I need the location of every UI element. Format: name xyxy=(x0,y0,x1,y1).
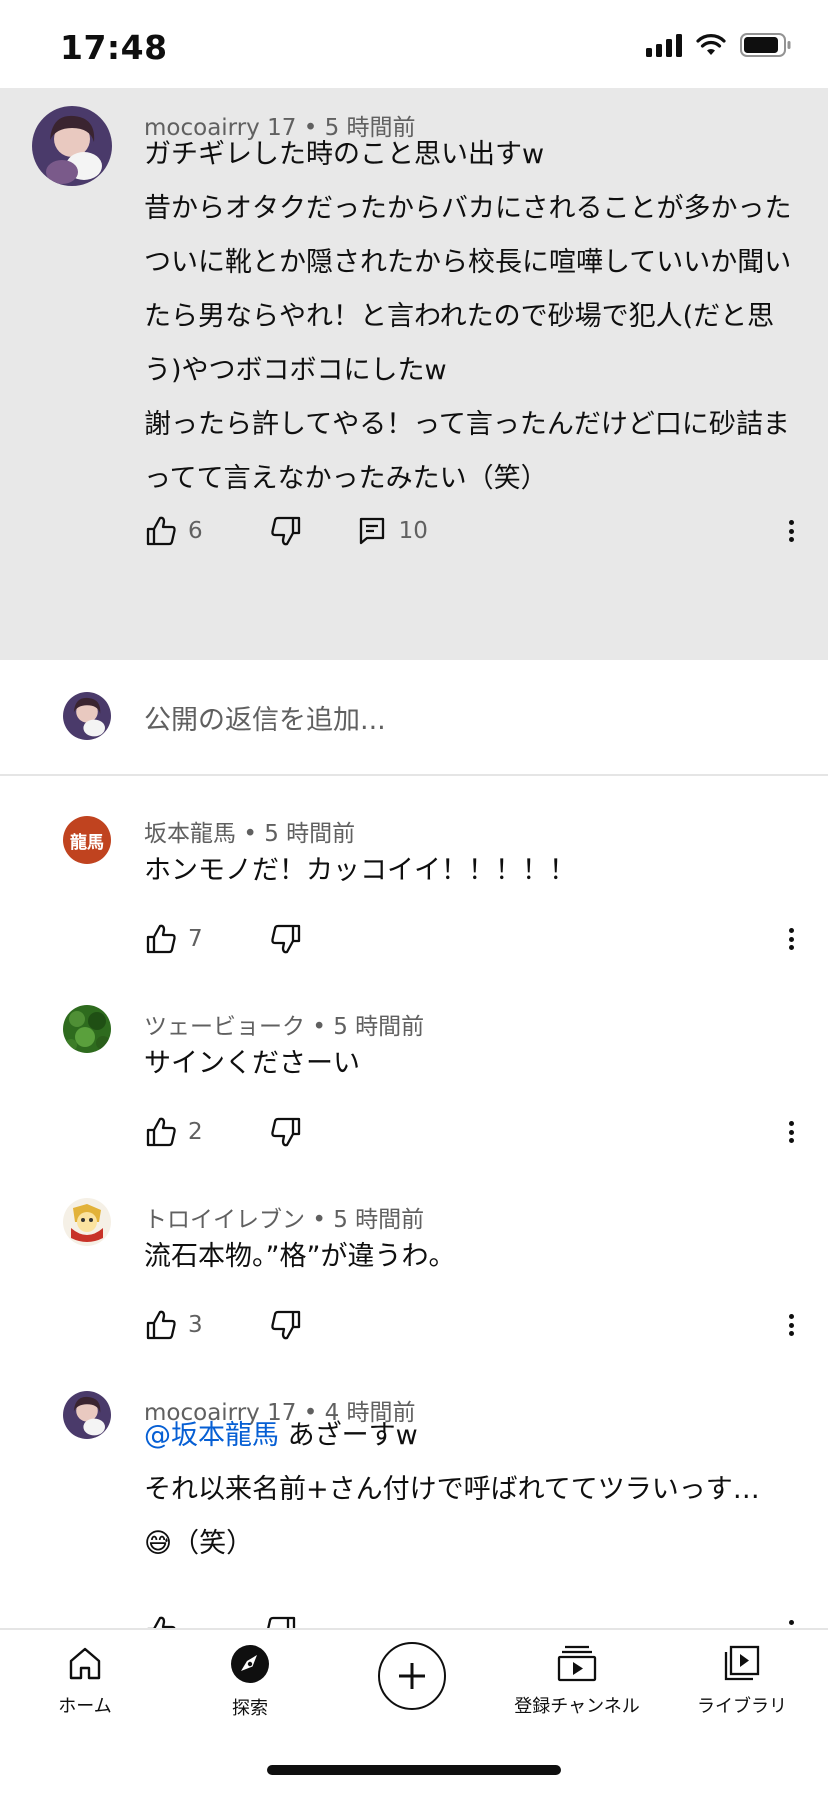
status-icons xyxy=(646,33,792,57)
like-icon[interactable] xyxy=(144,1115,178,1149)
comment-actions: 7 xyxy=(144,919,303,959)
comment-actions: 2 xyxy=(144,1112,303,1152)
comment-line: それ以来名前+さん付けで呼ばれててツラいっす… xyxy=(144,1474,760,1505)
comment-text: ガチギレした時のこと思い出すw 昔からオタクだったからバカにされることが多かった… xyxy=(144,128,794,506)
dislike-icon[interactable] xyxy=(269,1115,303,1149)
author-avatar[interactable] xyxy=(63,1005,111,1053)
nav-library[interactable]: ライブラリ xyxy=(672,1644,812,1718)
comment-line: ガチギレした時のこと思い出すw xyxy=(144,139,545,170)
plus-icon xyxy=(399,1663,425,1689)
dislike-icon[interactable] xyxy=(269,922,303,956)
comment-actions: 3 xyxy=(144,1305,303,1345)
status-time: 17:48 xyxy=(60,28,168,67)
sweat-smile-emoji: 😅 xyxy=(144,1528,173,1559)
comment-line-text: あざーすw xyxy=(279,1420,418,1451)
compass-icon xyxy=(231,1645,269,1683)
more-options-icon[interactable] xyxy=(784,922,798,956)
comment-line: 😅（笑） xyxy=(144,1517,794,1571)
reply-comment: mocoairry 17 • 4 時間前 @坂本龍馬 あざーすw それ以来名前+… xyxy=(0,1379,828,1628)
comment-line: 昔からオタクだったからバカにされることが多かった xyxy=(144,193,792,224)
comment-meta: 坂本龍馬 • 5 時間前 xyxy=(144,814,355,848)
create-button[interactable] xyxy=(378,1642,446,1710)
nav-library-label: ライブラリ xyxy=(697,1696,787,1717)
avatar-initials: 龍馬 xyxy=(70,832,104,853)
like-count: 7 xyxy=(188,926,203,952)
more-options-icon[interactable] xyxy=(784,1614,798,1628)
comment-text: 流石本物。”格”が違うわ。 xyxy=(144,1230,794,1284)
comment-meta: トロイイレブン • 5 時間前 xyxy=(144,1200,424,1234)
comment-text: サインくださーい xyxy=(144,1037,794,1091)
author-avatar[interactable] xyxy=(63,1198,111,1246)
add-reply-row[interactable]: 公開の返信を追加... xyxy=(0,660,828,776)
reply-comment-icon[interactable] xyxy=(355,514,389,548)
more-options-icon[interactable] xyxy=(784,1115,798,1149)
nav-home-label: ホーム xyxy=(58,1696,112,1717)
like-icon[interactable] xyxy=(144,1614,178,1628)
comment-line: @坂本龍馬 あざーすw xyxy=(144,1409,794,1463)
user-avatar xyxy=(63,692,111,740)
like-count: 2 xyxy=(188,1119,203,1145)
like-icon[interactable] xyxy=(144,1308,178,1342)
nav-explore[interactable]: 探索 xyxy=(180,1644,320,1720)
dislike-icon[interactable] xyxy=(269,514,303,548)
battery-icon xyxy=(740,33,791,57)
nav-subscriptions-label: 登録チャンネル xyxy=(514,1696,640,1717)
comment-actions: 6 10 xyxy=(144,511,428,551)
cellular-signal-icon xyxy=(646,33,682,57)
library-icon xyxy=(724,1645,760,1681)
like-icon[interactable] xyxy=(144,922,178,956)
wifi-icon xyxy=(696,34,726,55)
comment-line: 謝ったら許してやる！って言ったんだけど口に砂詰まってて言えなかったみたい（笑） xyxy=(144,409,790,494)
home-indicator xyxy=(267,1765,561,1775)
more-options-icon[interactable] xyxy=(784,514,798,548)
more-options-icon[interactable] xyxy=(784,1308,798,1342)
comment-line-text: （笑） xyxy=(172,1528,254,1559)
like-icon[interactable] xyxy=(144,514,178,548)
author-avatar[interactable] xyxy=(32,106,112,186)
home-icon xyxy=(69,1647,101,1680)
dislike-icon[interactable] xyxy=(269,1308,303,1342)
comment-meta: ツェービョーク • 5 時間前 xyxy=(144,1007,424,1041)
reply-count: 10 xyxy=(398,518,428,544)
dislike-icon[interactable] xyxy=(264,1614,298,1628)
like-count: 3 xyxy=(188,1312,203,1338)
comment-line: ついに靴とか隠されたから校長に喧嘩していいか聞いたら男ならやれ！と言われたので砂… xyxy=(144,247,792,386)
comment-text: @坂本龍馬 あざーすw それ以来名前+さん付けで呼ばれててツラいっす… 😅（笑） xyxy=(144,1409,794,1571)
highlighted-comment: mocoairry 17 • 5 時間前 ガチギレした時のこと思い出すw 昔から… xyxy=(0,88,828,660)
reply-input[interactable]: 公開の返信を追加... xyxy=(144,698,386,737)
author-avatar[interactable] xyxy=(63,1391,111,1439)
comment-text: ホンモノだ！カッコイイ！！！！！ xyxy=(144,844,794,898)
comment-line: 流石本物。”格”が違うわ。 xyxy=(144,1241,456,1272)
like-count: 6 xyxy=(188,518,203,544)
subscriptions-icon xyxy=(557,1645,597,1682)
author-avatar[interactable]: 龍馬 xyxy=(63,816,111,864)
status-bar: 17:48 xyxy=(0,0,828,88)
comment-line: サインくださーい xyxy=(144,1048,360,1079)
nav-home[interactable]: ホーム xyxy=(15,1644,155,1718)
mention-link[interactable]: @坂本龍馬 xyxy=(144,1420,279,1451)
comment-actions xyxy=(144,1611,298,1628)
nav-explore-label: 探索 xyxy=(232,1698,268,1719)
nav-subscriptions[interactable]: 登録チャンネル xyxy=(507,1644,647,1718)
comment-line: ホンモノだ！カッコイイ！！！！！ xyxy=(144,855,576,886)
